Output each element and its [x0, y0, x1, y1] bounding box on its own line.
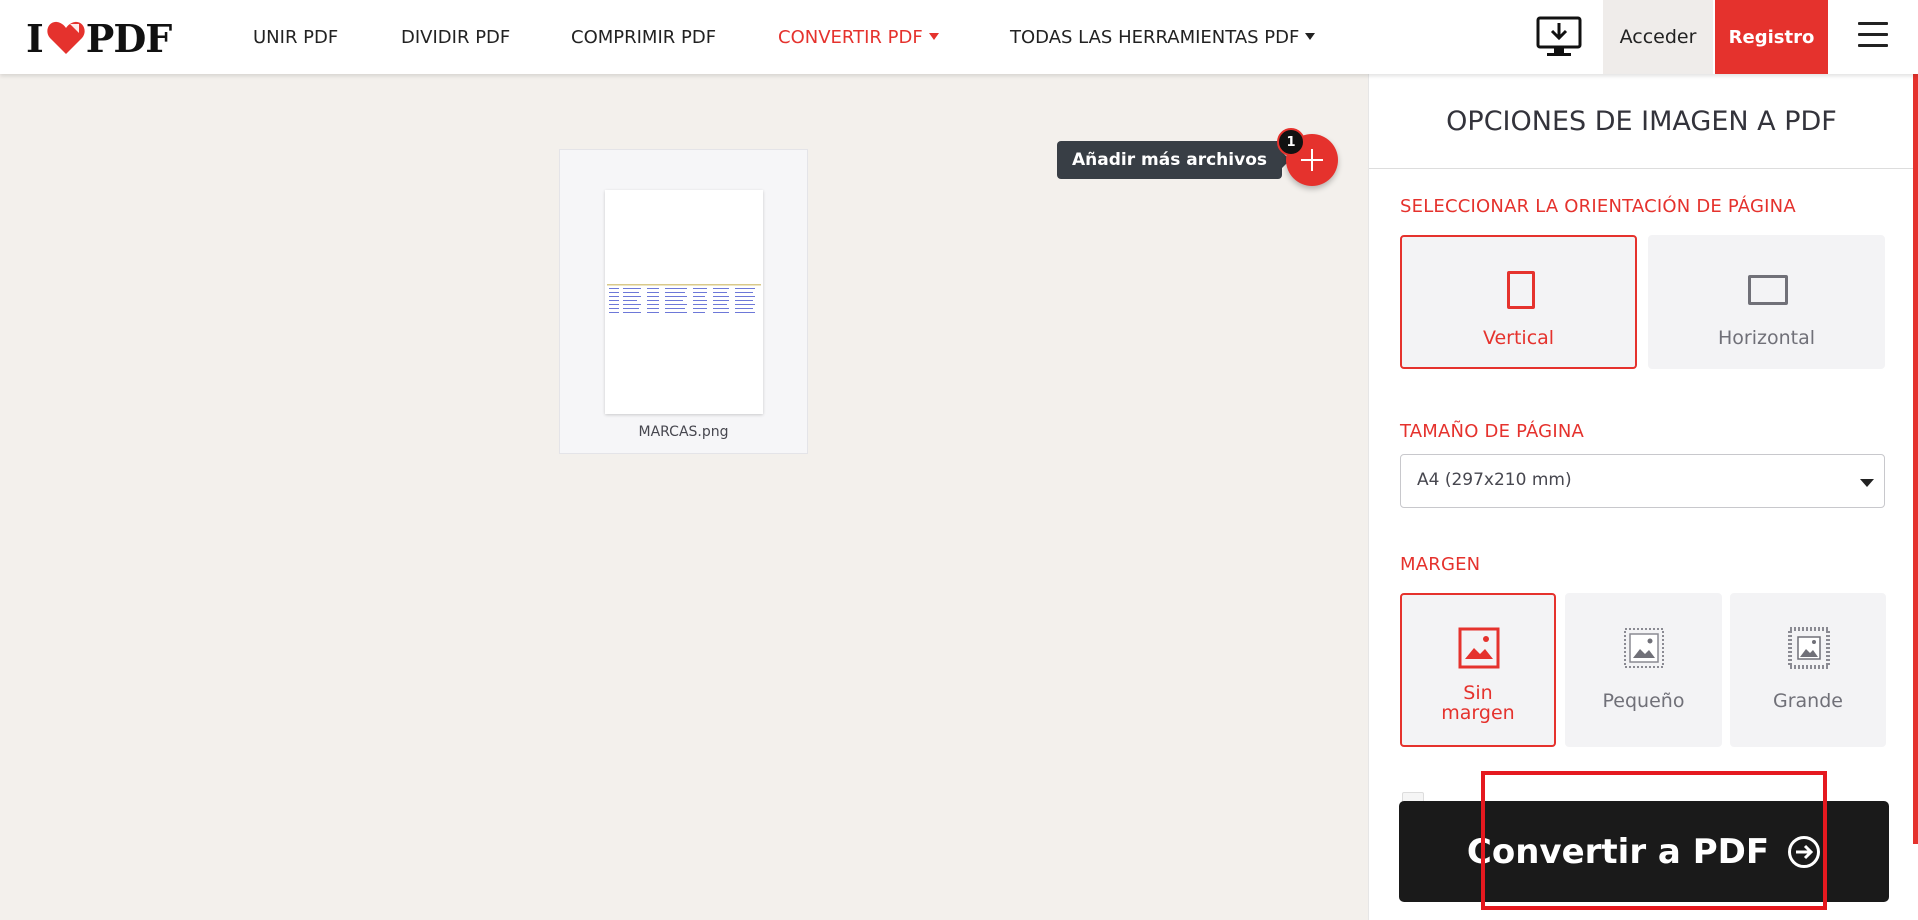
heart-logo-icon — [47, 21, 85, 54]
margin-none-option[interactable]: Sin margen — [1400, 593, 1556, 747]
file-name: MARCAS.png — [638, 424, 729, 440]
nav-todas-label: TODAS LAS HERRAMIENTAS PDF — [1010, 27, 1300, 48]
caret-down-icon — [928, 33, 939, 40]
logo-letter-i: I — [26, 15, 44, 61]
nav-convertir-label: CONVERTIR PDF — [778, 27, 923, 48]
orientation-vertical-label: Vertical — [1482, 327, 1555, 349]
file-card[interactable]: MARCAS.png — [559, 149, 808, 454]
menu-icon[interactable] — [1858, 22, 1888, 48]
desktop-app-download-button[interactable] — [1536, 16, 1582, 58]
orientation-horizontal-label: Horizontal — [1717, 327, 1815, 349]
margin-none-label: Sin margen — [1402, 683, 1554, 723]
top-header: I PDF UNIR PDF DIVIDIR PDF COMPRIMIR PDF… — [0, 0, 1918, 74]
nav-convertir-pdf[interactable]: CONVERTIR PDF — [778, 27, 939, 48]
file-thumbnail — [605, 190, 763, 414]
margin-label: MARGEN — [1400, 554, 1481, 575]
options-sidebar: OPCIONES DE IMAGEN A PDF SELECCIONAR LA … — [1368, 74, 1918, 920]
sidebar-title: OPCIONES DE IMAGEN A PDF — [1369, 74, 1914, 169]
desktop-download-icon — [1536, 16, 1582, 56]
page-size-select[interactable]: A4 (297x210 mm) — [1400, 454, 1885, 508]
margin-none-label-line1: Sin — [1463, 682, 1493, 704]
orientation-vertical-option[interactable]: Vertical — [1400, 235, 1637, 369]
file-count-badge: 1 — [1277, 128, 1305, 156]
convert-button-label: Convertir a PDF — [1466, 831, 1770, 872]
arrow-right-circle-icon — [1788, 835, 1821, 868]
caret-down-icon — [1305, 33, 1316, 40]
landscape-icon — [1748, 275, 1788, 305]
nav-unir-pdf[interactable]: UNIR PDF — [253, 27, 338, 48]
margin-small-label: Pequeño — [1602, 690, 1685, 712]
image-large-margin-icon — [1788, 627, 1830, 669]
logo-text-pdf: PDF — [85, 15, 173, 61]
image-small-margin-icon — [1624, 628, 1664, 668]
margin-none-label-line2: margen — [1441, 702, 1515, 724]
margin-large-option[interactable]: Grande — [1730, 593, 1886, 747]
nav-comprimir-pdf[interactable]: COMPRIMIR PDF — [571, 27, 716, 48]
convert-to-pdf-button[interactable]: Convertir a PDF — [1399, 801, 1889, 902]
image-no-margin-icon — [1458, 627, 1500, 669]
nav-dividir-pdf[interactable]: DIVIDIR PDF — [401, 27, 510, 48]
portrait-icon — [1507, 271, 1535, 309]
scrollbar[interactable] — [1913, 74, 1918, 844]
orientation-horizontal-option[interactable]: Horizontal — [1648, 235, 1885, 369]
page-size-label: TAMAÑO DE PÁGINA — [1400, 421, 1584, 442]
page-size-value: A4 (297x210 mm) — [1417, 470, 1572, 490]
nav-todas-herramientas[interactable]: TODAS LAS HERRAMIENTAS PDF — [1010, 27, 1316, 48]
thumbnail-table-preview — [607, 284, 761, 313]
ilovepdf-logo[interactable]: I PDF — [26, 15, 173, 61]
orientation-label: SELECCIONAR LA ORIENTACIÓN DE PÁGINA — [1400, 196, 1796, 217]
register-button[interactable]: Registro — [1715, 0, 1828, 74]
margin-small-option[interactable]: Pequeño — [1565, 593, 1722, 747]
chevron-down-icon — [1860, 479, 1874, 487]
add-files-tooltip: Añadir más archivos — [1057, 141, 1290, 179]
margin-large-label: Grande — [1773, 690, 1843, 712]
login-button[interactable]: Acceder — [1603, 0, 1713, 74]
